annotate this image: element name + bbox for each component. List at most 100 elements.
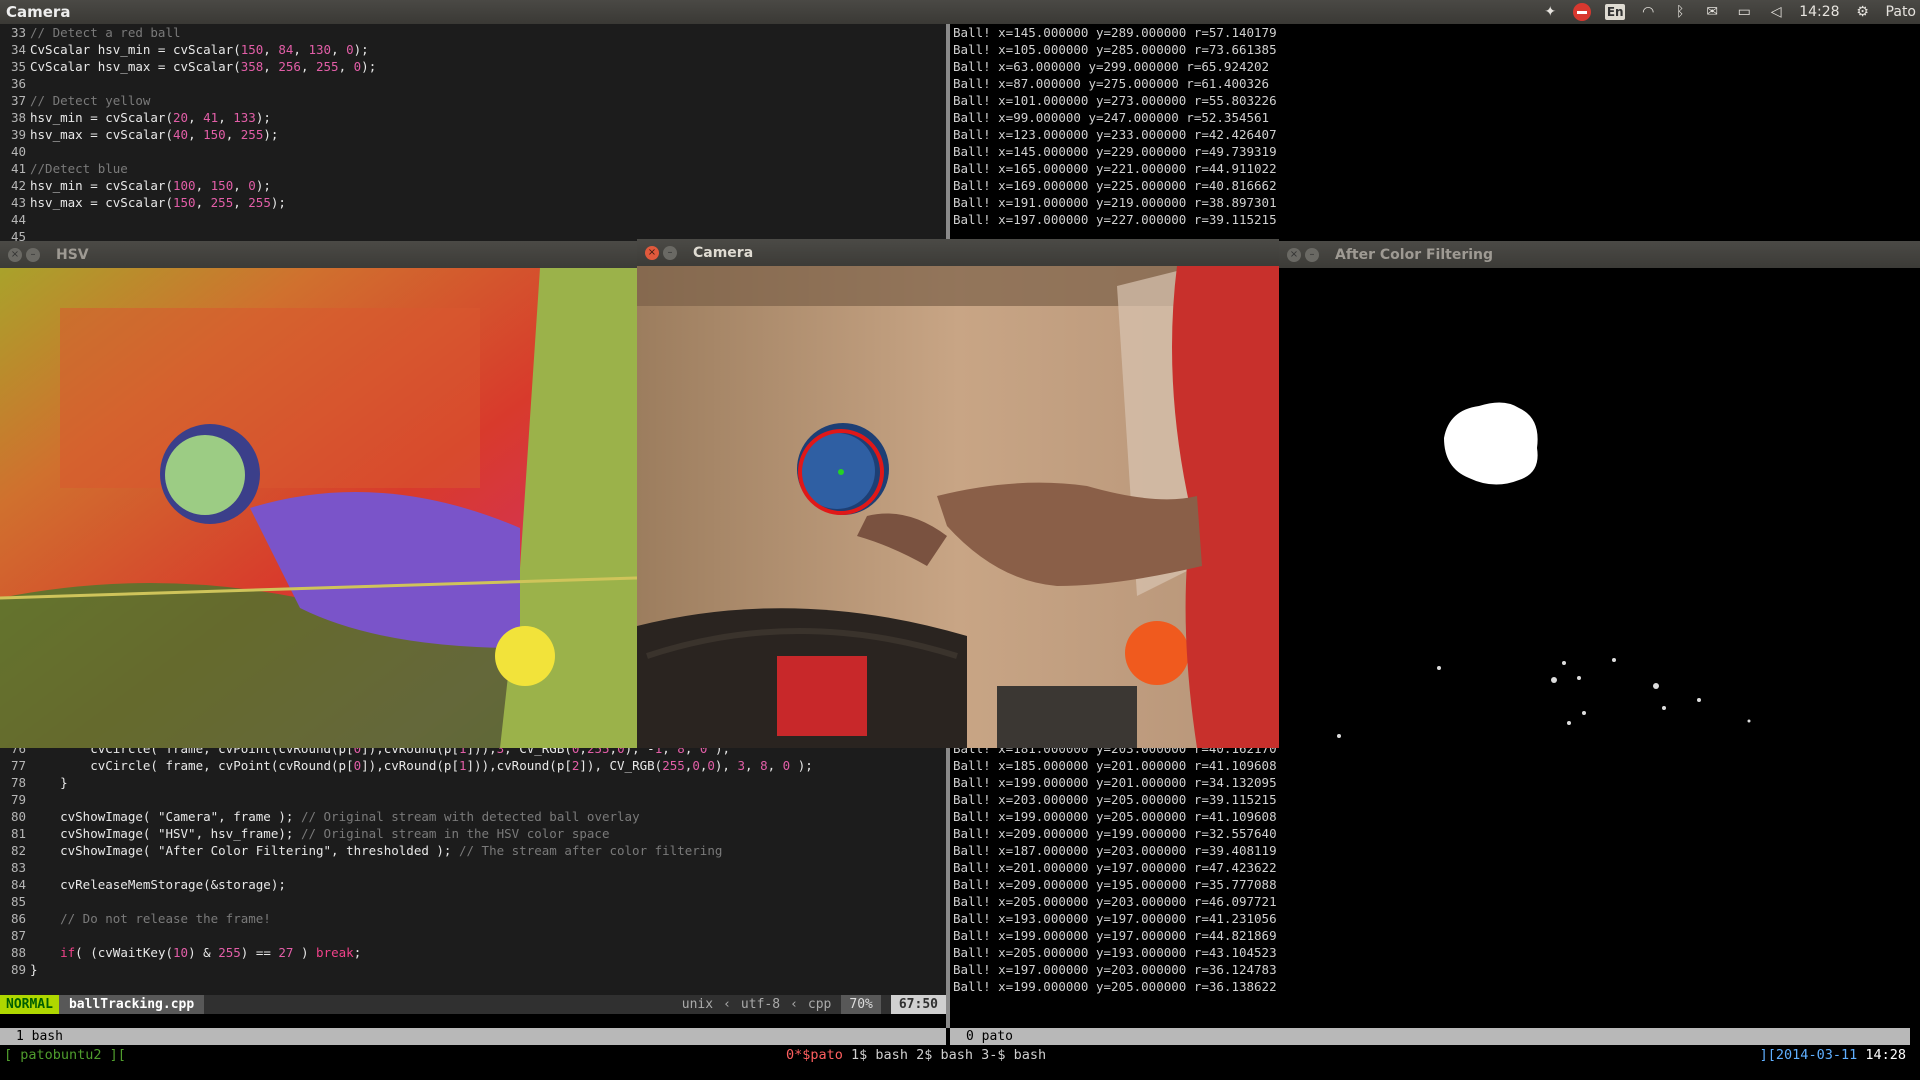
code-line[interactable]: 78 } [0, 774, 946, 791]
tmux-session: [ patobuntu2 ][ [4, 1047, 126, 1063]
tmux-pane-title-left[interactable]: 1 bash [0, 1028, 946, 1045]
tmux-window-1[interactable]: 1$ bash [851, 1047, 908, 1063]
code-line[interactable]: 82 cvShowImage( "After Color Filtering",… [0, 842, 946, 859]
code-line[interactable]: 42 hsv_min = cvScalar(100, 150, 0); [0, 177, 946, 194]
code-line[interactable]: 36 [0, 75, 946, 92]
minimize-icon[interactable]: – [1305, 247, 1319, 262]
code-text: cvShowImage( "HSV", hsv_frame); // Origi… [30, 826, 610, 841]
code-text: // Detect a red ball [30, 25, 181, 40]
line-number: 77 [10, 758, 26, 773]
threshold-frame [1279, 268, 1920, 748]
code-line[interactable]: 80 cvShowImage( "Camera", frame ); // Or… [0, 808, 946, 825]
log-line: Ball! x=193.000000 y=197.000000 r=41.231… [953, 911, 1277, 926]
filter-window-titlebar[interactable]: × – After Color Filtering [1279, 241, 1920, 268]
line-number: 80 [10, 809, 26, 824]
line-number: 40 [10, 144, 26, 159]
hsv-window-titlebar[interactable]: × – HSV [0, 241, 637, 268]
tmux-window-list: 0*$pato 1$ bash 2$ bash 3-$ bash [786, 1045, 1046, 1065]
code-text: // Detect yellow [30, 93, 151, 108]
ball-log-pane-top[interactable]: Ball! x=145.000000 y=289.000000 r=57.140… [950, 24, 1910, 241]
camera-window-titlebar[interactable]: × – Camera [637, 239, 1279, 266]
log-line: Ball! x=197.000000 y=203.000000 r=36.124… [953, 962, 1277, 977]
log-line: Ball! x=123.000000 y=233.000000 r=42.426… [953, 127, 1277, 142]
log-line: Ball! x=205.000000 y=203.000000 r=46.097… [953, 894, 1277, 909]
minimize-icon[interactable]: – [26, 247, 40, 262]
code-line[interactable]: 89} [0, 961, 946, 978]
code-line[interactable]: 38 hsv_min = cvScalar(20, 41, 133); [0, 109, 946, 126]
line-number: 35 [10, 59, 26, 74]
close-icon[interactable]: × [645, 245, 659, 260]
hsv-frame [0, 268, 637, 748]
line-number: 43 [10, 195, 26, 210]
close-icon[interactable]: × [8, 247, 22, 262]
code-line[interactable]: 86 // Do not release the frame! [0, 910, 946, 927]
battery-icon[interactable]: ▭ [1735, 4, 1753, 20]
minimize-icon[interactable]: – [663, 245, 677, 260]
camera-window-title: Camera [693, 244, 754, 261]
code-line[interactable]: 88 if( (cvWaitKey(10) & 255) == 27 ) bre… [0, 944, 946, 961]
code-text: if( (cvWaitKey(10) & 255) == 27 ) break; [60, 945, 362, 960]
volume-icon[interactable]: ◁ [1767, 4, 1785, 20]
update-error-icon[interactable] [1573, 3, 1592, 21]
code-text: hsv_max = cvScalar(40, 150, 255); [30, 127, 279, 142]
code-line[interactable]: 83 [0, 859, 946, 876]
line-number: 89 [10, 962, 26, 977]
log-line: Ball! x=145.000000 y=229.000000 r=49.739… [953, 144, 1277, 159]
tmux-pane-title-right[interactable]: 0 pato [950, 1028, 1910, 1045]
tmux-window-2[interactable]: 2$ bash [916, 1047, 973, 1063]
tmux-window-0[interactable]: 0*$pato [786, 1047, 843, 1063]
bluetooth-icon[interactable]: ᛒ [1671, 4, 1689, 20]
log-line: Ball! x=169.000000 y=225.000000 r=40.816… [953, 178, 1277, 193]
tmux-window-3[interactable]: 3-$ bash [981, 1047, 1046, 1063]
code-line[interactable]: 37 // Detect yellow [0, 92, 946, 109]
code-line[interactable]: 39 hsv_max = cvScalar(40, 150, 255); [0, 126, 946, 143]
code-line[interactable]: 77 cvCircle( frame, cvPoint(cvRound(p[0]… [0, 757, 946, 774]
line-number: 82 [10, 843, 26, 858]
dropbox-icon[interactable]: ✦ [1541, 4, 1559, 20]
code-line[interactable]: 43 hsv_max = cvScalar(150, 255, 255); [0, 194, 946, 211]
code-text: hsv_min = cvScalar(100, 150, 0); [30, 178, 271, 193]
hsv-window[interactable]: × – HSV [0, 241, 637, 748]
code-line[interactable]: 84 cvReleaseMemStorage(&storage); [0, 876, 946, 893]
vim-pane-top[interactable]: 33 // Detect a red ball 34 CvScalar hsv_min… [0, 24, 946, 241]
keyboard-layout-indicator[interactable]: En [1605, 4, 1626, 20]
log-line: Ball! x=87.000000 y=275.000000 r=61.4003… [953, 76, 1270, 91]
vim-percent: 70% [841, 995, 881, 1014]
tmux-clock: 14:28 [1865, 1047, 1906, 1063]
line-number: 81 [10, 826, 26, 841]
code-text: CvScalar hsv_min = cvScalar(150, 84, 130… [30, 42, 369, 57]
vim-pane-bottom[interactable]: 76 cvCircle( frame, cvPoint(cvRound(p[0]… [0, 740, 946, 998]
line-number: 78 [10, 775, 26, 790]
ball-log-pane-bottom[interactable]: Ball! x=181.000000 y=203.000000 r=40.162… [950, 740, 1910, 1028]
code-line[interactable]: 44 [0, 211, 946, 228]
code-line[interactable]: 79 [0, 791, 946, 808]
code-text: cvShowImage( "After Color Filtering", th… [30, 843, 723, 858]
code-line[interactable]: 41 //Detect blue [0, 160, 946, 177]
code-text: } [30, 962, 38, 977]
code-line[interactable]: 33 // Detect a red ball [0, 24, 946, 41]
camera-window[interactable]: × – Camera [637, 239, 1279, 748]
hsv-image [0, 268, 637, 748]
log-line: Ball! x=203.000000 y=205.000000 r=39.115… [953, 792, 1277, 807]
code-line[interactable]: 87 [0, 927, 946, 944]
code-line[interactable]: 35 CvScalar hsv_max = cvScalar(358, 256, … [0, 58, 946, 75]
log-line: Ball! x=209.000000 y=199.000000 r=32.557… [953, 826, 1277, 841]
code-line[interactable]: 34 CvScalar hsv_min = cvScalar(150, 84, 1… [0, 41, 946, 58]
vim-cursor-position: 67:50 [890, 995, 946, 1014]
user-menu[interactable]: Pato [1886, 4, 1916, 20]
wifi-icon[interactable]: ◠ [1639, 4, 1657, 20]
gear-icon[interactable]: ⚙ [1854, 4, 1872, 20]
mail-icon[interactable]: ✉ [1703, 4, 1721, 20]
close-icon[interactable]: × [1287, 247, 1301, 262]
code-line[interactable]: 40 [0, 143, 946, 160]
line-number: 44 [10, 212, 26, 227]
log-line: Ball! x=209.000000 y=195.000000 r=35.777… [953, 877, 1277, 892]
line-number: 79 [10, 792, 26, 807]
system-tray: ✦ En ◠ ᛒ ✉ ▭ ◁ 14:28 ⚙ Pato [1541, 2, 1916, 22]
code-line[interactable]: 81 cvShowImage( "HSV", hsv_frame); // Or… [0, 825, 946, 842]
clock[interactable]: 14:28 [1799, 4, 1839, 20]
filter-window[interactable]: × – After Color Filtering [1279, 241, 1920, 748]
code-line[interactable]: 85 [0, 893, 946, 910]
vim-encoding: utf-8 [740, 997, 781, 1012]
log-line: Ball! x=191.000000 y=219.000000 r=38.897… [953, 195, 1277, 210]
